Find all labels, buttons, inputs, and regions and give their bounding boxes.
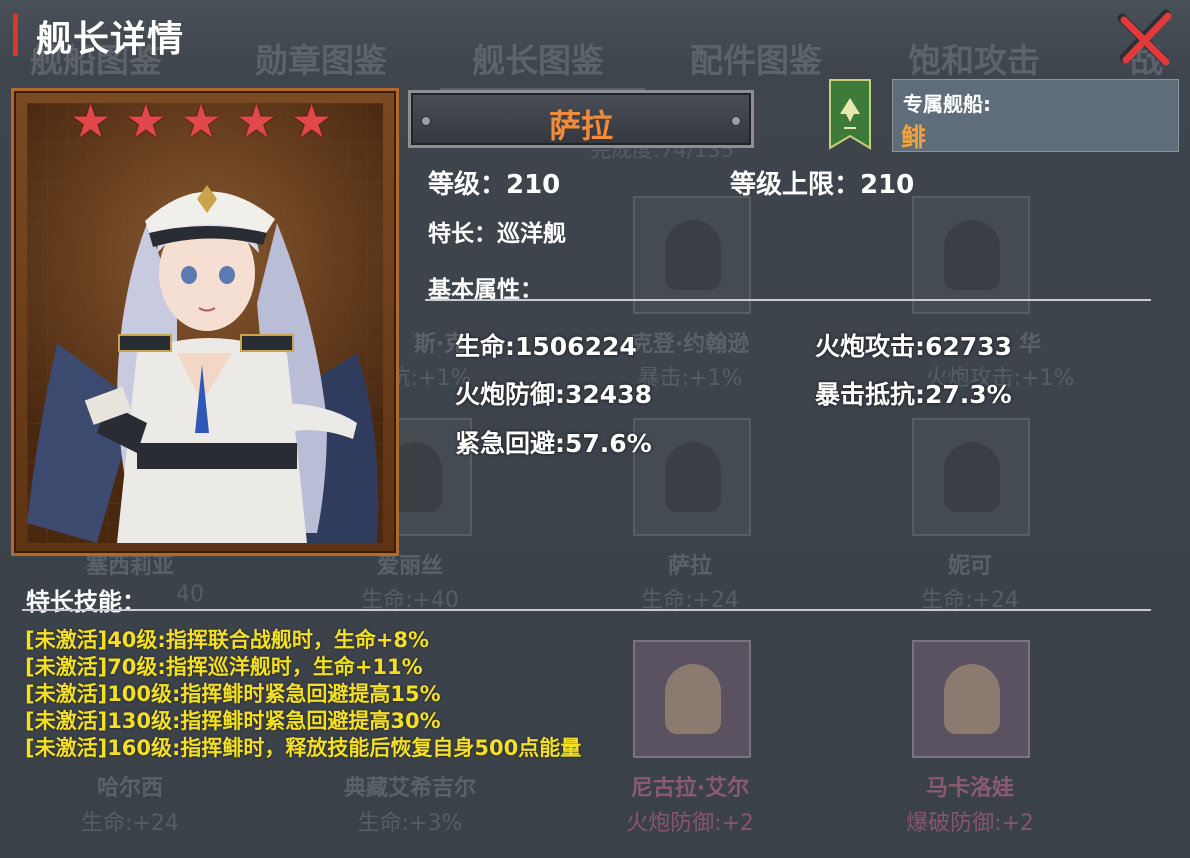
star-icon: ★	[70, 94, 112, 148]
attributes-divider	[425, 299, 1151, 301]
stat-evasion: 紧急回避:57.6%	[455, 429, 652, 458]
captain-level-cap: 等级上限：210	[730, 170, 915, 200]
bg-card	[912, 418, 1030, 536]
skills-heading: 特长技能：	[26, 588, 146, 616]
stat-hp: 生命:1506224	[455, 332, 637, 361]
bg-card-name: 妮可	[947, 554, 992, 579]
bg-card	[912, 640, 1030, 758]
exclusive-ship-panel[interactable]: 专属舰船: 鲱	[892, 79, 1179, 152]
skill-line: [未激活]70级:指挥巡洋舰时，生命+11%	[25, 655, 423, 679]
bg-card-name: 萨拉	[667, 554, 712, 579]
bg-card-stat: 生命:+24	[81, 811, 179, 836]
bg-card-stat: 生命:+3%	[357, 811, 463, 836]
star-icon: ★	[235, 94, 277, 148]
stat-gun-defense: 火炮防御:32438	[455, 380, 652, 409]
bg-tab-medal-codex: 勋章图鉴	[255, 41, 387, 80]
bg-card	[633, 196, 751, 314]
title-accent-bar	[13, 14, 18, 56]
bg-tab-captain-codex: 舰长图鉴	[472, 41, 604, 80]
skill-line: [未激活]130级:指挥鲱时紧急回避提高30%	[25, 709, 441, 733]
skill-line: [未激活]40级:指挥联合战舰时，生命+8%	[25, 628, 430, 652]
skills-divider	[22, 609, 1151, 611]
close-x-icon	[1117, 9, 1172, 66]
dialog-title: 舰长详情	[36, 19, 185, 60]
bg-card	[633, 640, 751, 758]
bg-tab-parts-codex: 配件图鉴	[690, 41, 822, 80]
captain-specialty: 特长：巡洋舰	[428, 221, 566, 247]
star-icon: ★	[125, 94, 167, 148]
skill-list: [未激活]40级:指挥联合战舰时，生命+8% [未激活]70级:指挥巡洋舰时，生…	[25, 627, 581, 762]
star-icon: ★	[180, 94, 222, 148]
ship-flag-icon	[829, 79, 871, 150]
bg-card-name: 马卡洛娃	[925, 776, 1014, 801]
bg-card-name: 典藏艾希吉尔	[343, 776, 476, 801]
captain-portrait-illustration	[27, 103, 383, 543]
exclusive-ship-name: 鲱	[901, 123, 927, 152]
star-icon: ★	[291, 94, 333, 148]
captain-name-plate: 萨拉	[408, 90, 754, 148]
bg-card-name: 尼古拉·艾尔	[630, 776, 750, 801]
captain-portrait-frame	[11, 88, 399, 556]
exclusive-ship-label: 专属舰船:	[903, 92, 991, 116]
bg-card	[912, 196, 1030, 314]
close-button[interactable]	[1112, 4, 1178, 70]
captain-portrait	[27, 103, 383, 543]
bg-card-stat: 火炮防御:+2	[626, 811, 754, 836]
star-rating: ★ ★ ★ ★ ★	[70, 98, 332, 144]
bg-card-stat: 爆破防御:+2	[906, 811, 1034, 836]
captain-name: 萨拉	[548, 107, 613, 145]
bg-card-name: 哈尔西	[96, 776, 163, 801]
captain-level: 等级：210	[428, 170, 561, 200]
skill-line: [未激活]160级:指挥鲱时，释放技能后恢复自身500点能量	[25, 736, 582, 760]
stat-crit-resist: 暴击抵抗:27.3%	[815, 380, 1012, 409]
bg-tab-saturation-attack: 饱和攻击	[908, 41, 1040, 80]
skill-line: [未激活]100级:指挥鲱时紧急回避提高15%	[25, 682, 441, 706]
stat-gun-attack: 火炮攻击:62733	[815, 332, 1012, 361]
